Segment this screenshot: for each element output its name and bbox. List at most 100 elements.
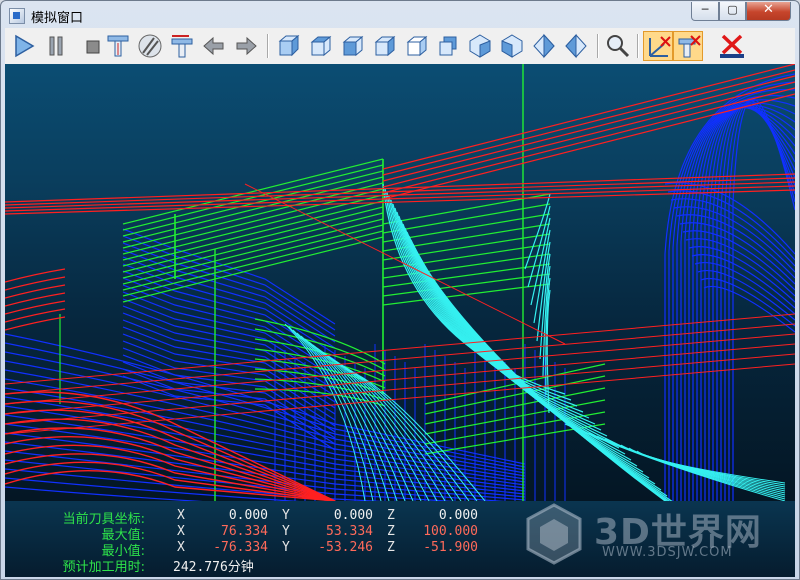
toolpath-cyan-sweep xyxy=(336,362,470,501)
toolpath-cyan-arc xyxy=(546,289,551,414)
view-right-button[interactable] xyxy=(369,31,399,61)
minimize-icon: ─ xyxy=(701,3,709,16)
pause-icon xyxy=(49,36,63,56)
zoom-icon xyxy=(607,35,630,58)
toolpath-green-ledge xyxy=(382,273,551,297)
tool-down-icon xyxy=(107,35,129,57)
view-front-icon xyxy=(406,35,428,57)
hatch-button[interactable] xyxy=(135,31,165,61)
toolpath-cyan-fillet xyxy=(396,211,608,437)
title-bar[interactable]: 模拟窗口 ─ ▢ ✕ xyxy=(1,1,799,29)
watermark-cube-icon xyxy=(526,503,582,565)
max-y-value: 53.334 xyxy=(326,524,373,539)
current-y-value: 0.000 xyxy=(333,508,373,523)
hatch-icon xyxy=(138,34,162,58)
window-title: 模拟窗口 xyxy=(31,11,84,26)
view-diamond-4-button[interactable] xyxy=(561,31,591,61)
toolpath-green-wall xyxy=(122,206,384,273)
rapid-move-line xyxy=(5,308,66,323)
view-diamond-1-icon xyxy=(469,34,491,58)
toolpath-green-wall xyxy=(122,236,384,303)
watermark-url: WWW.3DSJW.COM xyxy=(602,545,733,560)
toolpath-blue-shell xyxy=(696,106,795,501)
view-front-button[interactable] xyxy=(401,31,431,61)
toolpath-green-wall xyxy=(122,164,384,231)
rapid-move-line xyxy=(382,87,795,194)
arrow-right-icon xyxy=(236,36,257,56)
rapid-move-line xyxy=(5,276,66,291)
next-button[interactable] xyxy=(231,31,261,61)
zoom-button[interactable] xyxy=(603,31,633,61)
pause-button[interactable] xyxy=(41,31,71,61)
view-iso-icon xyxy=(278,34,300,57)
axis-toggle-button[interactable] xyxy=(643,31,673,61)
rapid-move-line xyxy=(5,300,66,315)
previous-button[interactable] xyxy=(199,31,229,61)
toolpath-blue-pocket xyxy=(122,312,336,397)
status-panel: 当前刀具坐标: X 0.000 Y 0.000 Z 0.000 最大值: X 7… xyxy=(5,501,795,577)
toolpath-blue-shell xyxy=(700,107,795,501)
minimize-button[interactable]: ─ xyxy=(691,2,719,21)
maximize-button[interactable]: ▢ xyxy=(719,2,746,21)
close-button[interactable]: ✕ xyxy=(746,2,791,21)
view-back-button[interactable] xyxy=(433,31,463,61)
tool-toggle-icon xyxy=(678,35,701,58)
view-top-button[interactable] xyxy=(305,31,335,61)
toolpath-blue-shell xyxy=(692,105,795,501)
view-left-icon xyxy=(342,35,364,57)
toolpath-green-wall xyxy=(122,194,384,261)
toolpath-blue-pocket xyxy=(122,319,336,403)
toolpath-cyan-lower xyxy=(580,429,786,498)
tool-toggle-button[interactable] xyxy=(673,31,703,61)
toolpath-cyan-fillet xyxy=(400,219,620,449)
simulation-viewport[interactable] xyxy=(5,64,795,501)
tool-up-icon xyxy=(171,35,193,58)
current-x-value: 0.000 xyxy=(228,508,268,523)
view-diamond-3-icon xyxy=(533,33,555,59)
toolpath-green-wall xyxy=(122,230,384,297)
toolpath-blue-shell xyxy=(704,107,795,501)
rapid-move-line xyxy=(244,183,566,345)
toolpath-cyan-arc xyxy=(524,193,551,270)
tool-up-button[interactable] xyxy=(167,31,197,61)
min-z-value: -51.900 xyxy=(423,540,478,555)
rapid-move-line xyxy=(382,69,795,176)
toolbar xyxy=(5,28,795,65)
app-icon xyxy=(9,8,25,24)
rapid-move-line xyxy=(382,93,795,200)
toolpath-blue-pocket xyxy=(122,284,336,373)
toolbar-separator xyxy=(637,34,639,58)
watermark: 3D世界网 WWW.3DSJW.COM xyxy=(522,501,792,571)
view-left-button[interactable] xyxy=(337,31,367,61)
tool-down-button[interactable] xyxy=(103,31,133,61)
toolpath-blue-floor xyxy=(5,432,526,498)
toolpath-canvas xyxy=(5,64,795,501)
toolpath-green-wall xyxy=(122,212,384,279)
view-right-icon xyxy=(374,35,396,57)
min-y-value: -53.246 xyxy=(318,540,373,555)
close-icon: ✕ xyxy=(763,2,774,17)
view-diamond-1-button[interactable] xyxy=(465,31,495,61)
view-diamond-3-button[interactable] xyxy=(529,31,559,61)
min-x-value: -76.334 xyxy=(213,540,268,555)
current-z-value: 0.000 xyxy=(438,508,478,523)
toolbar-separator xyxy=(267,34,269,58)
toolpath-blue-shell xyxy=(708,106,795,501)
view-diamond-2-icon xyxy=(501,34,523,58)
axis-toggle-icon xyxy=(649,36,671,57)
rapid-move-line xyxy=(382,81,795,188)
view-iso-button[interactable] xyxy=(273,31,303,61)
play-button[interactable] xyxy=(9,31,39,61)
rapid-move-line xyxy=(5,284,66,299)
view-top-icon xyxy=(310,35,332,57)
arrow-left-icon xyxy=(203,36,224,56)
clear-button[interactable] xyxy=(717,31,747,61)
rapid-move-line xyxy=(5,268,66,283)
maximize-icon: ▢ xyxy=(727,3,738,16)
max-x-value: 76.334 xyxy=(221,524,268,539)
view-diamond-2-button[interactable] xyxy=(497,31,527,61)
toolpath-cyan-sweep xyxy=(292,329,382,501)
estimated-time-value: 242.776分钟 xyxy=(173,560,254,575)
toolpath-green-wall xyxy=(122,188,384,255)
view-diamond-4-icon xyxy=(565,33,587,59)
